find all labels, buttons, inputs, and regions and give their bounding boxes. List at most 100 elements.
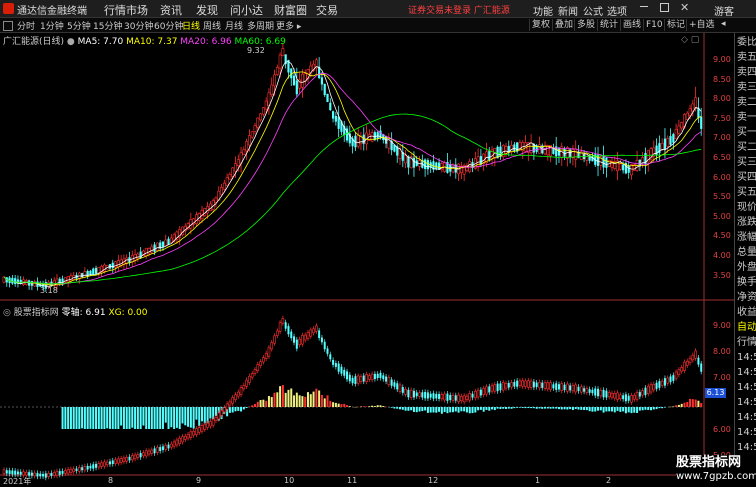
indicator-bar xyxy=(496,407,499,409)
indicator-bar xyxy=(111,407,114,429)
sub-candle-body xyxy=(170,443,173,448)
low-price-label: 3.18 xyxy=(40,286,58,295)
indicator-bar xyxy=(602,407,605,413)
candle-body xyxy=(195,214,198,224)
x-axis-label: 8 xyxy=(108,476,114,485)
indicator-bar xyxy=(156,407,159,429)
sub-candle-body xyxy=(117,458,120,464)
candle-body xyxy=(295,80,298,95)
indicator-bar xyxy=(675,405,678,407)
sub-candle-body xyxy=(8,470,11,474)
sub-candle-body xyxy=(666,377,670,384)
candle-body xyxy=(114,261,117,268)
candle-body xyxy=(80,273,84,278)
indicator-bar xyxy=(326,395,329,407)
sub-candle-body xyxy=(253,369,257,374)
indicator-bar xyxy=(83,407,86,429)
sub-candle-body xyxy=(510,382,513,388)
candle-body xyxy=(97,266,101,273)
indicator-bar xyxy=(385,406,388,408)
sub-candle-body xyxy=(287,326,290,335)
sub-candle-body xyxy=(153,448,156,454)
indicator-bar xyxy=(518,407,521,408)
legend-ma5: MA5: 7.70 xyxy=(77,37,124,47)
indicator-bar xyxy=(267,396,270,407)
candle-body xyxy=(267,92,271,106)
sub-candle-body xyxy=(36,472,39,477)
indicator-bar xyxy=(697,400,700,407)
indicator-bar xyxy=(627,407,630,413)
indicator-bar xyxy=(81,407,84,429)
sub-candle-body xyxy=(387,376,391,385)
sub-candle-body xyxy=(130,455,134,461)
candle-body xyxy=(153,244,156,252)
candle-body xyxy=(116,260,120,267)
indicator-bar xyxy=(404,407,407,411)
candle-body xyxy=(571,149,575,159)
indicator-bar xyxy=(393,407,396,409)
sub-candle-body xyxy=(532,381,535,388)
x-axis-label: 9 xyxy=(196,476,202,485)
candle-body xyxy=(144,247,148,257)
indicator-bar xyxy=(563,407,566,410)
sub-candle-body xyxy=(290,331,293,339)
indicator-bar xyxy=(117,407,120,429)
main-y-tick: 9.00 xyxy=(713,55,731,64)
sub-candle-body xyxy=(504,383,508,389)
candle-body xyxy=(666,138,670,147)
sub-candle-body xyxy=(368,375,371,380)
indicator-bar xyxy=(136,407,139,429)
x-axis-label: 2 xyxy=(606,476,612,485)
indicator-bar xyxy=(128,407,131,429)
indicator-bar xyxy=(95,407,98,429)
sub-candle-body xyxy=(318,330,321,339)
candle-body xyxy=(301,73,304,88)
indicator-bar xyxy=(354,406,357,408)
indicator-bar xyxy=(164,407,167,423)
indicator-bar xyxy=(452,407,455,413)
sub-candle-body xyxy=(66,469,70,474)
indicator-bar xyxy=(474,407,477,413)
sub-candle-body xyxy=(579,386,583,393)
sub-candle-body xyxy=(156,447,159,453)
candle-body xyxy=(669,136,672,145)
indicator-bar xyxy=(142,407,145,426)
sub-candle-body xyxy=(440,394,444,400)
candle-body xyxy=(329,102,332,111)
sub-candle-body xyxy=(694,350,697,359)
indicator-bar xyxy=(638,407,641,411)
indicator-bar xyxy=(605,407,608,412)
candle-body xyxy=(245,141,249,152)
sub-legend-xg: XG: 0.00 xyxy=(108,308,148,318)
sub-candle-body xyxy=(359,376,363,382)
indicator-bar xyxy=(234,407,237,412)
indicator-bar xyxy=(318,390,321,407)
indicator-bar xyxy=(237,407,240,411)
sub-candle-body xyxy=(356,375,360,384)
indicator-bar xyxy=(491,407,494,410)
kline-chart[interactable] xyxy=(0,0,756,487)
sub-candle-body xyxy=(527,380,530,388)
sub-candle-body xyxy=(569,385,572,391)
indicator-bar xyxy=(574,407,577,410)
sub-candle-body xyxy=(457,394,460,402)
indicator-bar xyxy=(203,407,206,424)
sub-candle-body xyxy=(613,393,617,399)
sub-candle-body xyxy=(209,421,212,427)
main-y-tick: 7.50 xyxy=(713,113,731,123)
sub-candle-body xyxy=(239,387,243,395)
main-y-tick: 7.00 xyxy=(713,133,731,143)
candle-body xyxy=(66,276,70,283)
chart-settings-icon[interactable]: ◇ ▢ xyxy=(681,35,699,45)
sub-candle-body xyxy=(189,431,193,438)
indicator-bar xyxy=(240,407,243,412)
indicator-bar xyxy=(524,407,527,409)
indicator-bar xyxy=(103,407,106,429)
sub-candle-body xyxy=(688,357,692,364)
sub-candle-body xyxy=(462,395,466,403)
indicator-bar xyxy=(622,407,625,412)
indicator-bar xyxy=(273,392,276,407)
sub-candle-body xyxy=(560,383,564,391)
sub-candle-body xyxy=(39,473,42,477)
indicator-bar xyxy=(181,407,184,424)
